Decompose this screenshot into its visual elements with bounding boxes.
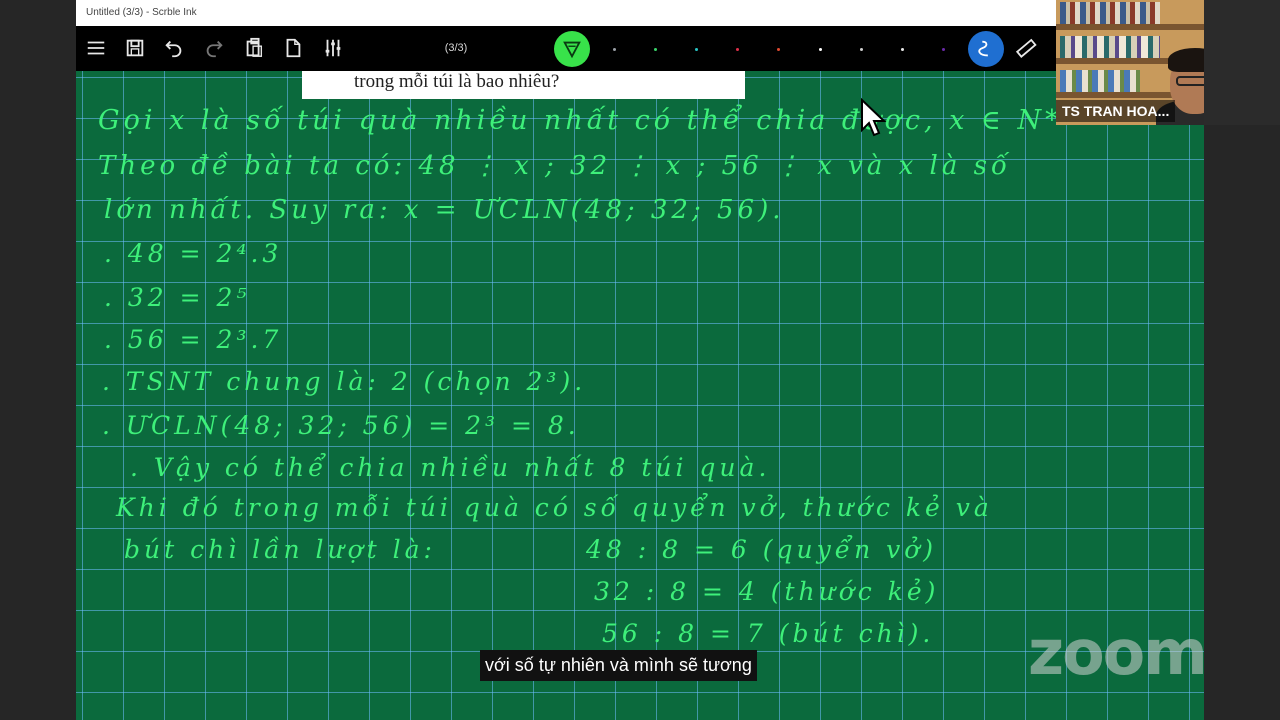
handwriting-line-11: bút chì lần lượt là: (124, 535, 436, 564)
handwriting-line-7: . TSNT chung là: 2 (chọn 2³). (102, 367, 587, 396)
pen-color-silver[interactable] (901, 48, 904, 51)
pen-color-green[interactable] (654, 48, 657, 51)
pen-color-cyan[interactable] (695, 48, 698, 51)
handwriting-line-3: lớn nhất. Suy ra: x = ƯCLN(48; 32; 56). (104, 195, 785, 225)
window-title: Untitled (3/3) - Scrble Ink (76, 0, 1056, 26)
handwriting-line-12: 48 : 8 = 6 (quyển vở) (586, 535, 938, 564)
left-letterbox (0, 0, 76, 720)
right-letterbox (1204, 125, 1280, 720)
pen-color-purple[interactable] (942, 48, 945, 51)
mouse-cursor-icon (861, 98, 887, 137)
undo-icon[interactable] (162, 36, 186, 60)
new-page-icon[interactable] (281, 36, 305, 60)
webcam-video: TS TRAN HOA... (1056, 0, 1204, 125)
ruler-icon[interactable] (1014, 36, 1038, 60)
problem-text: trong mỗi túi là bao nhiêu? (302, 71, 745, 99)
handwriting-line-13: 32 : 8 = 4 (thước kẻ) (594, 577, 940, 606)
participant-name: TS TRAN HOA... (1056, 100, 1176, 122)
handwriting-line-6: . 56 = 2³.7 (104, 325, 283, 354)
pen-color-red[interactable] (736, 48, 739, 51)
pen-color-orange-red[interactable] (777, 48, 780, 51)
handwriting-line-2: Theo đề bài ta có: 48 ⋮ x ; 32 ⋮ x ; 56 … (98, 151, 1011, 181)
highlighter-blue[interactable] (968, 31, 1004, 67)
pen-color-gray[interactable] (613, 48, 616, 51)
settings-sliders-icon[interactable] (321, 36, 345, 60)
save-icon[interactable] (123, 36, 147, 60)
live-caption: với số tự nhiên và mình sẽ tương (480, 650, 757, 681)
pen-color-white[interactable] (819, 48, 822, 51)
handwriting-line-5: . 32 = 2⁵ (104, 283, 251, 312)
pen-color-light-gray[interactable] (860, 48, 863, 51)
pen-tip-icon (563, 41, 581, 59)
zoom-watermark: zoom (1028, 616, 1208, 689)
pen-green-active[interactable] (554, 31, 590, 67)
handwriting-line-10: Khi đó trong mỗi túi quà có số quyển vở,… (116, 493, 993, 522)
menu-icon[interactable] (84, 36, 108, 60)
handwriting-line-1: Gọi x là số túi quà nhiều nhất có thể ch… (98, 105, 1063, 136)
handwriting-line-9: . Vậy có thể chia nhiều nhất 8 túi quà. (130, 453, 771, 482)
redo-icon[interactable] (202, 36, 226, 60)
handwriting-line-4: . 48 = 2⁴.3 (104, 239, 283, 268)
handwriting-line-14: 56 : 8 = 7 (bút chì). (602, 619, 935, 648)
handwriting-line-8: . ƯCLN(48; 32; 56) = 2³ = 8. (102, 411, 580, 440)
paste-icon[interactable] (242, 36, 266, 60)
page-indicator: (3/3) (444, 42, 468, 54)
squiggle-icon (978, 40, 988, 57)
toolbar: (3/3) (76, 26, 1056, 71)
